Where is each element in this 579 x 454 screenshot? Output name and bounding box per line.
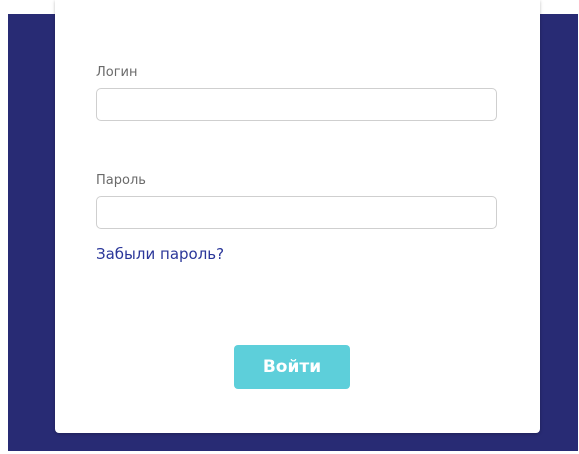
forgot-password-link[interactable]: Забыли пароль? [96, 244, 224, 264]
password-label: Пароль [96, 173, 146, 188]
login-label: Логин [96, 65, 138, 80]
login-input[interactable] [96, 88, 497, 121]
password-input[interactable] [96, 196, 497, 229]
login-card: Логин Пароль Забыли пароль? Войти [55, 0, 540, 433]
login-submit-button[interactable]: Войти [234, 345, 350, 389]
